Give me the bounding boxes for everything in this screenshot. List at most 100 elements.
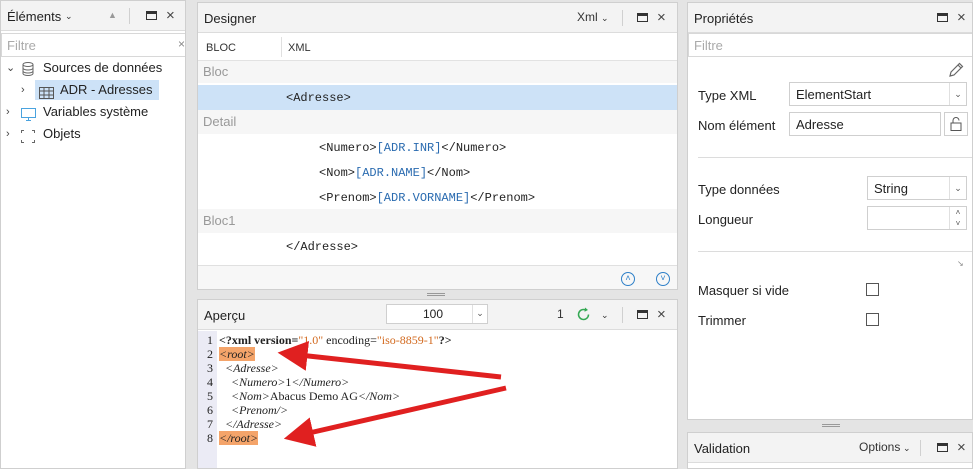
code-line: <root>	[219, 347, 452, 361]
scroll-up-icon[interactable]: ˄	[621, 272, 635, 286]
xml-row-prenom[interactable]: <Prenom>[ADR.VORNAME]</Prenom>	[198, 184, 677, 209]
chevron-right-icon[interactable]: ›	[6, 123, 10, 145]
tree-item-label: Sources de données	[43, 60, 163, 75]
header-separator	[129, 8, 130, 24]
line-numbers: 1 2 3 4 5 6 7 8	[198, 333, 213, 445]
splitter-handle[interactable]	[822, 424, 840, 427]
elements-filter-input[interactable]	[2, 34, 185, 56]
validation-title: Validation	[694, 441, 751, 456]
zoom-select[interactable]: 100 ⌄	[386, 304, 488, 324]
chevron-down-icon[interactable]: ⌄	[6, 57, 15, 79]
xml-tag: </Numero>	[441, 141, 507, 155]
chevron-down-icon[interactable]: ⌄	[949, 83, 966, 105]
tree-item-sources[interactable]: ⌄ Sources de données	[1, 57, 185, 79]
section-label: Bloc1	[203, 213, 236, 228]
code-line: </Adresse>	[219, 417, 452, 431]
section-label: Detail	[203, 114, 237, 129]
chevron-down-icon[interactable]: ⌄	[65, 11, 73, 22]
xml-row-nom[interactable]: <Nom>[ADR.NAME]</Nom>	[198, 159, 677, 184]
close-icon[interactable]: ×	[957, 9, 966, 26]
trimmer-checkbox[interactable]	[866, 313, 879, 326]
properties-filter[interactable]	[688, 33, 972, 57]
mode-dropdown[interactable]: Xml	[577, 10, 598, 24]
apercu-title: Aperçu	[204, 308, 246, 323]
lock-icon	[950, 117, 962, 134]
line-number: 6	[207, 403, 213, 417]
chevron-down-icon[interactable]: ⌄	[601, 310, 609, 321]
tree-item-objets[interactable]: › Objets	[1, 123, 185, 145]
chevron-right-icon[interactable]: ›	[6, 101, 10, 123]
splitter-handle[interactable]	[427, 293, 445, 296]
validation-panel: Validation Options ⌄ ×	[687, 432, 973, 469]
maximize-icon[interactable]	[637, 13, 648, 22]
column-divider	[281, 37, 282, 57]
xml-row-numero[interactable]: <Numero>[ADR.INR]</Numero>	[198, 134, 677, 159]
pencil-icon[interactable]	[948, 62, 964, 81]
longueur-stepper[interactable]: ˄ ˅	[867, 206, 967, 230]
xml-row-adresse-open[interactable]: <Adresse>	[198, 85, 677, 110]
lock-button[interactable]	[944, 112, 968, 136]
scroll-down-icon[interactable]: ˅	[656, 272, 670, 286]
xml-tag: <Prenom/>	[231, 403, 289, 417]
divider	[698, 251, 972, 252]
code-line: </root>	[219, 431, 452, 445]
elements-filter[interactable]: ×	[1, 33, 185, 57]
maximize-icon[interactable]	[937, 13, 948, 22]
line-number: 1	[207, 333, 213, 347]
tree-item-variables[interactable]: › Variables système	[1, 101, 185, 123]
xml-tag: </Nom>	[357, 389, 401, 403]
xml-row-adresse-close[interactable]: </Adresse>	[198, 234, 677, 259]
xml-preview: <?xml version="1.0" encoding="iso-8859-1…	[219, 333, 452, 445]
properties-title: Propriétés	[694, 11, 754, 26]
line-number: 2	[207, 347, 213, 361]
header-separator	[920, 440, 921, 456]
stepper-up-icon[interactable]: ˄	[949, 207, 966, 218]
xml-tag: </Numero>	[291, 375, 350, 389]
close-icon[interactable]: ×	[657, 9, 666, 26]
maximize-icon[interactable]	[937, 443, 948, 452]
refresh-icon[interactable]	[576, 307, 591, 325]
tree-item-adr[interactable]: › ADR - Adresses	[1, 79, 185, 101]
type-donnees-select[interactable]: String ⌄	[867, 176, 967, 200]
stepper-down-icon[interactable]: ˅	[949, 218, 966, 229]
xml-tag: </Nom>	[427, 166, 471, 180]
line-number: 8	[207, 431, 213, 445]
line-number: 3	[207, 361, 213, 375]
xml-tag: <Adresse>	[225, 361, 279, 375]
options-menu[interactable]: Options	[859, 440, 900, 454]
chevron-down-icon[interactable]: ⌄	[472, 305, 487, 323]
chevron-down-icon[interactable]: ⌄	[601, 13, 609, 24]
chevron-right-icon[interactable]: ›	[21, 79, 25, 101]
chevron-down-icon[interactable]: ⌄	[949, 177, 966, 199]
xml-tag: </Adresse>	[225, 417, 283, 431]
close-icon[interactable]: ×	[957, 439, 966, 456]
chevron-down-icon[interactable]: ⌄	[903, 443, 911, 454]
longueur-label: Longueur	[698, 212, 753, 227]
triangle-up-icon[interactable]: ▲	[108, 10, 117, 20]
xml-tag: <Prenom>	[319, 191, 377, 205]
clear-icon[interactable]: ×	[178, 37, 185, 51]
trimmer-label: Trimmer	[698, 313, 746, 328]
type-xml-label: Type XML	[698, 88, 757, 103]
code-line: <Adresse>	[219, 361, 452, 375]
header-separator	[622, 10, 623, 26]
maximize-icon[interactable]	[146, 11, 157, 20]
object-icon	[21, 128, 35, 150]
header-separator	[622, 307, 623, 323]
designer-column-header: BLOC XML	[198, 35, 677, 61]
maximize-icon[interactable]	[637, 310, 648, 319]
expand-corner-icon[interactable]: ↘	[957, 259, 964, 268]
designer-panel: Designer Xml ⌄ × BLOC XML Bloc <Adresse>…	[197, 2, 678, 290]
tree-item-label: ADR - Adresses	[60, 82, 153, 97]
code-line: <Numero>1</Numero>	[219, 375, 452, 389]
divider	[698, 157, 972, 158]
xml-text: Abacus Demo AG	[269, 389, 358, 403]
nom-element-field[interactable]: Adresse	[789, 112, 941, 136]
designer-footer: ˄ ˅	[198, 265, 677, 289]
root-open-tag: <root>	[219, 347, 255, 361]
close-icon[interactable]: ×	[166, 7, 175, 24]
properties-filter-input[interactable]	[689, 34, 972, 56]
type-xml-select[interactable]: ElementStart ⌄	[789, 82, 967, 106]
masquer-checkbox[interactable]	[866, 283, 879, 296]
close-icon[interactable]: ×	[657, 306, 666, 323]
